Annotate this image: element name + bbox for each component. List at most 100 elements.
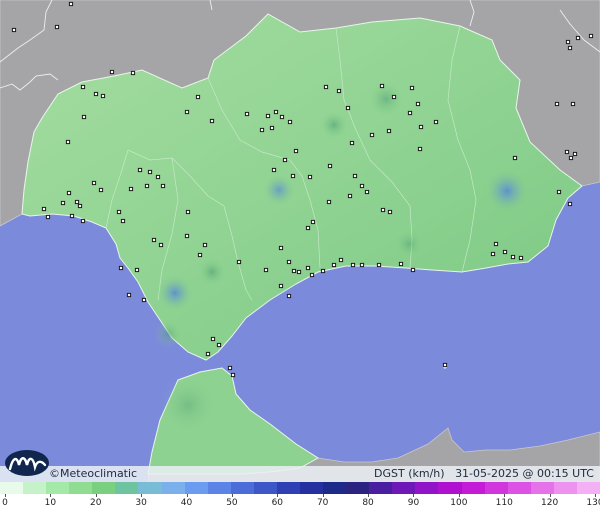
station-marker [391,94,397,100]
copyright-label: ©Meteoclimatic [49,467,138,480]
scale-swatch [415,482,439,494]
station-marker [554,101,560,107]
scale-tick-mark [277,494,279,497]
variable-label: DGST (km/h) [374,467,445,480]
station-marker [326,199,332,205]
station-marker [60,200,66,206]
station-marker [286,259,292,265]
scale-swatch [230,482,254,494]
scale-tick-mark [458,494,460,497]
scale-swatch [184,482,208,494]
station-marker [80,218,86,224]
station-marker [564,149,570,155]
scale-tick-label: 40 [180,498,193,508]
station-marker [74,199,80,205]
scale-tick-mark [50,494,52,497]
station-marker [323,84,329,90]
scale-tick-label: 110 [495,498,513,508]
station-marker [512,155,518,161]
scale-swatch [553,482,577,494]
station-marker [359,183,365,189]
station-marker [350,262,356,268]
scale-swatch [207,482,231,494]
station-marker [386,128,392,134]
station-marker [209,118,215,124]
station-marker [310,219,316,225]
station-marker [331,262,337,268]
station-marker [510,254,516,260]
station-marker [349,140,355,146]
station-marker [518,255,524,261]
station-marker [41,206,47,212]
scale-tick-mark [504,494,506,497]
station-marker [130,70,136,76]
station-marker [205,351,211,357]
station-marker [279,114,285,120]
station-marker [128,186,134,192]
station-marker [387,209,393,215]
station-marker [93,91,99,97]
station-marker [293,148,299,154]
station-marker [69,213,75,219]
timestamp-label: 31-05-2025 @ 00:15 UTC [455,467,594,480]
scale-tick-mark [595,494,596,497]
scale-tick-mark [141,494,143,497]
station-marker [195,94,201,100]
station-marker [202,242,208,248]
station-marker [575,35,581,41]
station-marker [98,187,104,193]
station-marker [126,292,132,298]
station-marker [336,88,342,94]
station-marker [369,132,375,138]
scale-tick-mark [368,494,370,497]
station-marker [305,265,311,271]
station-marker [290,173,296,179]
station-marker [66,190,72,196]
station-marker [565,39,571,45]
station-marker [493,241,499,247]
station-marker [379,83,385,89]
station-marker [141,297,147,303]
scale-swatch [576,482,600,494]
station-marker [305,225,311,231]
station-marker [120,218,126,224]
scale-tick-mark [231,494,233,497]
station-marker [155,174,161,180]
station-marker [54,24,60,30]
station-marker [230,372,236,378]
scale-swatch [161,482,185,494]
station-marker [11,27,17,33]
scale-tick-mark [322,494,324,497]
station-marker [398,261,404,267]
station-marker [210,336,216,342]
scale-tick-mark [413,494,415,497]
scale-swatch [323,482,347,494]
station-marker [287,119,293,125]
station-marker [407,110,413,116]
station-marker [352,173,358,179]
station-marker [307,174,313,180]
station-marker [184,109,190,115]
station-marker [380,207,386,213]
station-marker [116,209,122,215]
scale-swatch [253,482,277,494]
station-marker [570,101,576,107]
scale-swatch [346,482,370,494]
scale-swatch [69,482,93,494]
station-marker [244,111,250,117]
scale-swatch [0,482,24,494]
station-marker [278,283,284,289]
station-marker [338,257,344,263]
scale-swatch [369,482,393,494]
scale-swatch [276,482,301,494]
station-marker [77,203,83,209]
scale-tick-label: 0 [2,498,8,508]
scale-swatch [300,482,324,494]
station-marker [259,127,265,133]
station-marker [144,183,150,189]
station-marker [45,214,51,220]
scale-tick-label: 20 [90,498,102,508]
station-marker [345,105,351,111]
station-marker [286,293,292,299]
scale-tick-mark [95,494,97,497]
